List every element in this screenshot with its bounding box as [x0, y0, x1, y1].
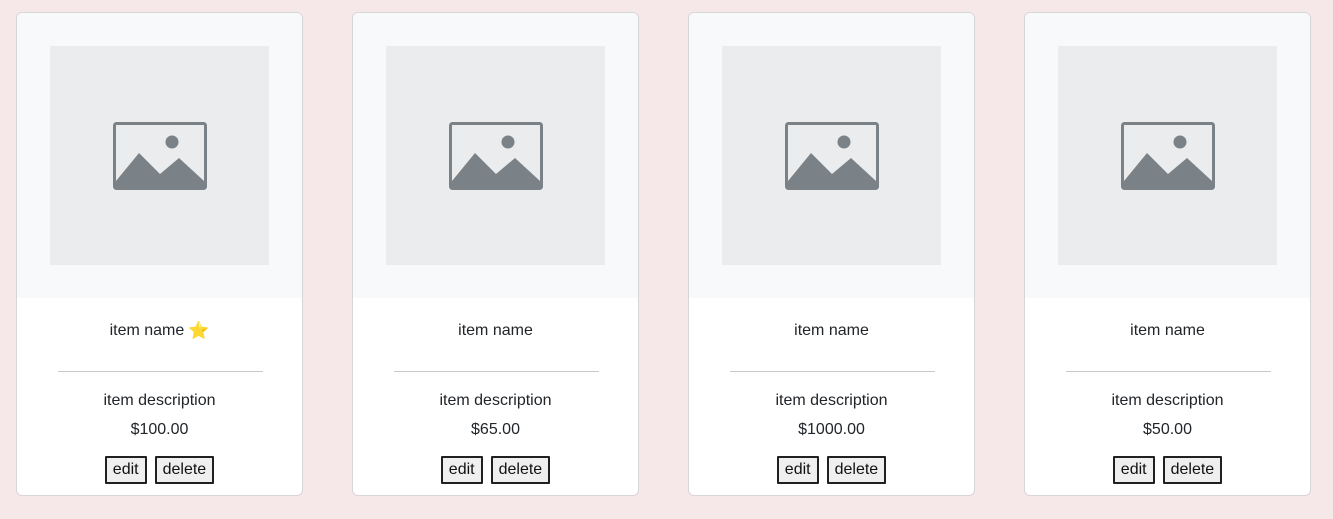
- image-placeholder: [386, 46, 605, 265]
- item-name: item name: [109, 322, 185, 339]
- item-name: item name: [1130, 322, 1205, 339]
- card-image-area: [1025, 13, 1310, 298]
- delete-button[interactable]: delete: [154, 456, 215, 484]
- card-image-area: [17, 13, 302, 298]
- item-name: item name: [794, 322, 869, 339]
- image-placeholder: [722, 46, 941, 265]
- edit-button[interactable]: edit: [776, 456, 819, 484]
- divider: [1066, 371, 1271, 372]
- image-placeholder: [1058, 46, 1277, 265]
- card-actions: edit delete: [1025, 456, 1310, 484]
- item-card: item name item description $1000.00 edit…: [688, 12, 975, 496]
- divider: [58, 371, 263, 372]
- item-name-row: item name: [353, 320, 638, 342]
- image-placeholder: [50, 46, 269, 265]
- star-icon: ⭐: [188, 321, 210, 340]
- item-price: $50.00: [1143, 421, 1192, 438]
- image-placeholder-icon: [112, 121, 207, 190]
- item-name-row: item name ⭐: [17, 320, 302, 342]
- item-name-row: item name: [689, 320, 974, 342]
- item-description: item description: [1111, 392, 1224, 409]
- edit-button[interactable]: edit: [104, 456, 147, 484]
- item-name: item name: [458, 322, 533, 339]
- divider: [730, 371, 935, 372]
- item-description: item description: [103, 392, 216, 409]
- image-placeholder-icon: [448, 121, 543, 190]
- edit-button[interactable]: edit: [1112, 456, 1155, 484]
- item-price: $100.00: [130, 421, 189, 438]
- item-price: $1000.00: [798, 421, 865, 438]
- card-actions: edit delete: [353, 456, 638, 484]
- item-description: item description: [439, 392, 552, 409]
- delete-button[interactable]: delete: [490, 456, 551, 484]
- item-card: item name item description $65.00 edit d…: [352, 12, 639, 496]
- delete-button[interactable]: delete: [1162, 456, 1223, 484]
- card-image-area: [689, 13, 974, 298]
- item-name-row: item name: [1025, 320, 1310, 342]
- card-actions: edit delete: [689, 456, 974, 484]
- image-placeholder-icon: [1120, 121, 1215, 190]
- item-grid: item name ⭐ item description $100.00 edi…: [0, 0, 1333, 519]
- item-card: item name item description $50.00 edit d…: [1024, 12, 1311, 496]
- card-actions: edit delete: [17, 456, 302, 484]
- item-card: item name ⭐ item description $100.00 edi…: [16, 12, 303, 496]
- image-placeholder-icon: [784, 121, 879, 190]
- divider: [394, 371, 599, 372]
- edit-button[interactable]: edit: [440, 456, 483, 484]
- item-price: $65.00: [471, 421, 520, 438]
- item-description: item description: [775, 392, 888, 409]
- delete-button[interactable]: delete: [826, 456, 887, 484]
- card-image-area: [353, 13, 638, 298]
